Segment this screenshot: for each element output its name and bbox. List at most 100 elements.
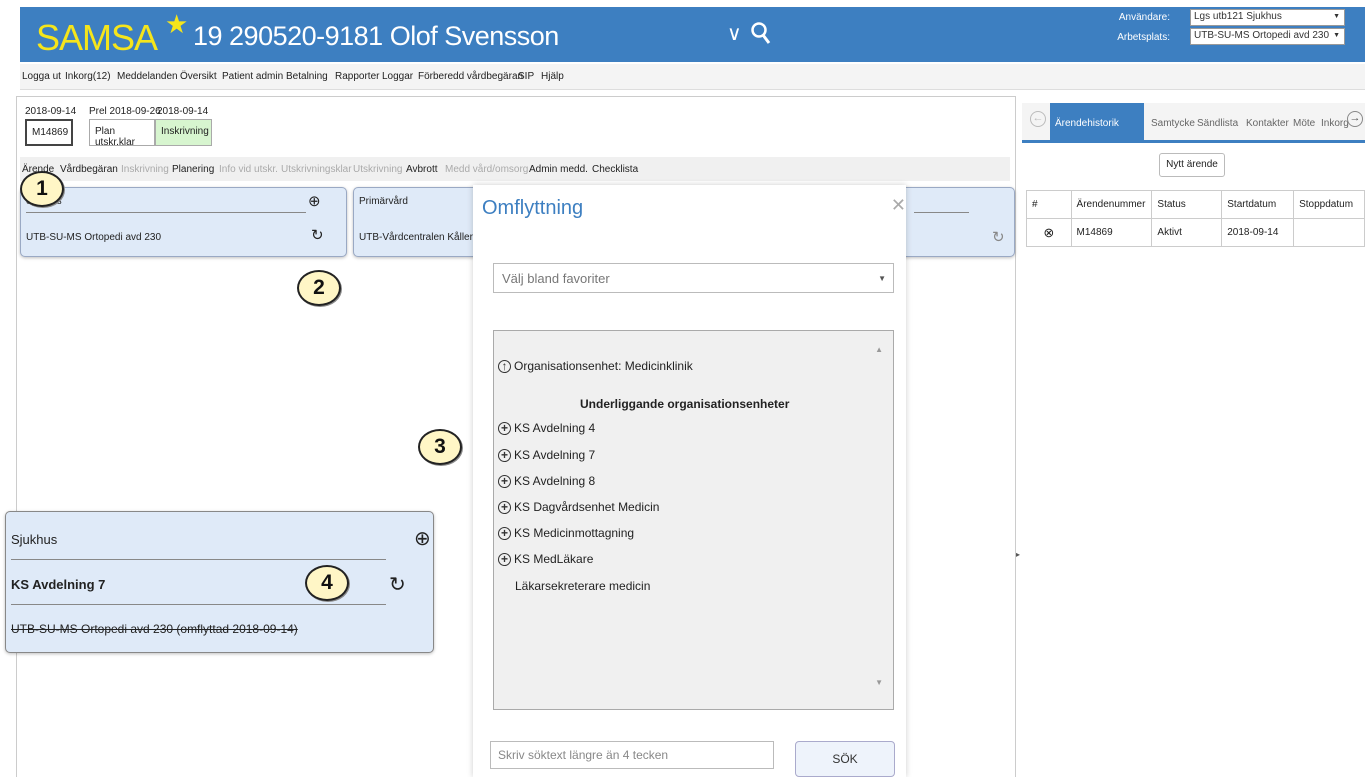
scroll-up-icon[interactable]: ▲ xyxy=(875,345,883,354)
tab-discharge-info[interactable]: Info vid utskr. xyxy=(219,164,278,175)
favorite-star-icon[interactable]: ★ xyxy=(165,9,188,40)
column-header: Stoppdatum xyxy=(1293,190,1365,219)
favorites-select[interactable]: Välj bland favoriter ▼ xyxy=(493,263,894,293)
plus-circle-icon[interactable]: + xyxy=(498,422,511,436)
menu-overview[interactable]: Översikt xyxy=(180,71,217,82)
user-select[interactable]: Lgs utb121 Sjukhus ▼ xyxy=(1190,9,1345,26)
unit-label: KS Avdelning 7 xyxy=(514,448,596,462)
list-item[interactable]: + KS Avdelning 8 xyxy=(498,474,596,489)
hospital-card-unit: UTB-SU-MS Ortopedi avd 230 xyxy=(26,232,162,243)
divider xyxy=(11,559,386,560)
menu-logout[interactable]: Logga ut xyxy=(22,71,61,82)
zoom-card-old-unit: UTB-SU-MS Ortopedi avd 230 (omflyttad 20… xyxy=(11,622,298,636)
menu-inbox[interactable]: Inkorg(12) xyxy=(65,71,111,82)
plus-circle-icon[interactable]: + xyxy=(498,449,511,463)
list-item[interactable]: Läkarsekreterare medicin xyxy=(515,579,650,593)
tab-contacts[interactable]: Kontakter xyxy=(1246,118,1289,129)
stop-date-cell xyxy=(1293,218,1365,247)
tab-meeting[interactable]: Möte xyxy=(1293,118,1315,129)
arrow-up-icon[interactable]: ↑ xyxy=(498,360,511,374)
divider xyxy=(914,212,969,213)
tab-care-request[interactable]: Vårdbegäran xyxy=(60,164,118,175)
case-tabs: Ärende Vårdbegäran Inskrivning Planering… xyxy=(20,157,1010,181)
list-item[interactable]: + KS Dagvårdsenhet Medicin xyxy=(498,500,660,515)
move-dialog: Omflyttning ✕ Välj bland favoriter ▼ ▲ ▼… xyxy=(473,185,906,777)
scroll-down-icon[interactable]: ▼ xyxy=(875,678,883,687)
plus-circle-icon[interactable]: + xyxy=(498,475,511,489)
hospital-card: Sjukhus ⊕ UTB-SU-MS Ortopedi avd 230 ↻ xyxy=(20,187,347,257)
remove-circle-icon[interactable]: ⊗ xyxy=(1026,218,1072,247)
caret-down-icon: ▼ xyxy=(1333,32,1340,39)
tab-consent[interactable]: Samtycke xyxy=(1151,118,1195,129)
column-header: Startdatum xyxy=(1221,190,1295,219)
refresh-icon[interactable]: ↻ xyxy=(311,226,324,244)
user-value: Lgs utb121 Sjukhus xyxy=(1194,11,1282,22)
refresh-icon[interactable]: ↻ xyxy=(992,228,1005,246)
plus-circle-icon[interactable]: + xyxy=(498,501,511,515)
menu-payment[interactable]: Betalning xyxy=(286,71,328,82)
unit-label: KS Avdelning 4 xyxy=(514,421,596,435)
list-item[interactable]: + KS Medicinmottagning xyxy=(498,526,634,541)
list-item[interactable]: + KS Avdelning 7 xyxy=(498,448,596,463)
tab-abort[interactable]: Avbrott xyxy=(406,164,438,175)
annotation-badge-2: 2 xyxy=(297,270,341,306)
add-circle-icon[interactable]: ⊕ xyxy=(414,526,431,551)
tab-discharge-ready[interactable]: Utskrivningsklar xyxy=(281,164,352,175)
case-prel-date: Prel 2018-09-26 xyxy=(89,106,161,117)
search-button[interactable]: SÖK xyxy=(795,741,895,777)
menu-messages[interactable]: Meddelanden xyxy=(117,71,178,82)
splitter-handle[interactable]: ▸ xyxy=(1016,550,1020,559)
tab-case-history[interactable]: Ärendehistorik xyxy=(1050,103,1144,143)
table-row[interactable]: ⊗ M14869 Aktivt 2018-09-14 xyxy=(1026,218,1365,247)
workplace-select[interactable]: UTB-SU-MS Ortopedi avd 230 ▼ xyxy=(1190,28,1345,45)
search-input[interactable]: Skriv söktext längre än 4 tecken xyxy=(490,741,774,769)
tab-discharge[interactable]: Utskrivning xyxy=(353,164,402,175)
plus-circle-icon[interactable]: + xyxy=(498,527,511,541)
chevron-down-icon[interactable]: ∨ xyxy=(727,21,742,46)
column-header: Status xyxy=(1151,190,1223,219)
inskrivning-step[interactable]: Inskrivning xyxy=(155,119,212,146)
caret-down-icon: ▼ xyxy=(878,274,886,283)
menu-logs[interactable]: Loggar xyxy=(382,71,413,82)
patient-title: 19 290520-9181 Olof Svensson xyxy=(193,21,559,51)
menu-sip[interactable]: SIP xyxy=(518,71,534,82)
start-date-cell: 2018-09-14 xyxy=(1221,218,1295,247)
column-header: Ärendenummer xyxy=(1070,190,1153,219)
app-header: SAMSA ★ 19 290520-9181 Olof Svensson ∨ A… xyxy=(20,7,1365,62)
zoom-hospital-card: Sjukhus ⊕ KS Avdelning 7 ↻ UTB-SU-MS Ort… xyxy=(5,511,434,653)
arrow-left-icon[interactable]: ← xyxy=(1030,111,1046,127)
unit-label: KS Dagvårdsenhet Medicin xyxy=(514,500,660,514)
tab-care-message[interactable]: Medd vård/omsorg xyxy=(445,164,528,175)
tab-admin-message[interactable]: Admin medd. xyxy=(529,164,588,175)
menu-patient-admin[interactable]: Patient admin xyxy=(222,71,283,82)
case-id-box[interactable]: M14869 xyxy=(25,119,73,146)
tab-inskrivning[interactable]: Inskrivning xyxy=(121,164,169,175)
app-logo: SAMSA xyxy=(36,17,158,58)
unit-label: Läkarsekreterare medicin xyxy=(515,579,651,593)
org-parent-item[interactable]: ↑ Organisationsenhet: Medicinklinik xyxy=(498,359,693,374)
plus-circle-icon[interactable]: + xyxy=(498,553,511,567)
inskrivning-step-label: Inskrivning xyxy=(161,126,209,137)
plan-discharge-step[interactable]: Plan utskr.klar xyxy=(89,119,155,148)
tab-send-list[interactable]: Sändlista xyxy=(1197,118,1238,129)
menu-prepared-request[interactable]: Förberedd vårdbegäran xyxy=(418,71,523,82)
arrow-right-icon[interactable]: → xyxy=(1347,111,1363,127)
tab-planning[interactable]: Planering xyxy=(172,164,214,175)
tab-checklist[interactable]: Checklista xyxy=(592,164,638,175)
annotation-badge-1: 1 xyxy=(20,171,64,207)
menu-help[interactable]: Hjälp xyxy=(541,71,564,82)
org-unit-list: ▲ ▼ ↑ Organisationsenhet: Medicinklinik U… xyxy=(493,330,894,710)
list-item[interactable]: + KS Avdelning 4 xyxy=(498,421,596,436)
tab-inbox[interactable]: Inkorg xyxy=(1321,118,1349,129)
list-item[interactable]: + KS MedLäkare xyxy=(498,552,594,567)
add-circle-icon[interactable]: ⊕ xyxy=(308,192,321,210)
favorites-placeholder: Välj bland favoriter xyxy=(502,271,610,286)
unit-label: KS MedLäkare xyxy=(514,552,594,566)
unit-label: KS Avdelning 8 xyxy=(514,474,596,488)
refresh-icon[interactable]: ↻ xyxy=(389,572,406,597)
search-icon[interactable] xyxy=(750,20,772,46)
close-icon[interactable]: ✕ xyxy=(891,195,906,216)
case-id: M14869 xyxy=(32,127,69,138)
new-case-button[interactable]: Nytt ärende xyxy=(1159,153,1225,177)
menu-reports[interactable]: Rapporter xyxy=(335,71,379,82)
